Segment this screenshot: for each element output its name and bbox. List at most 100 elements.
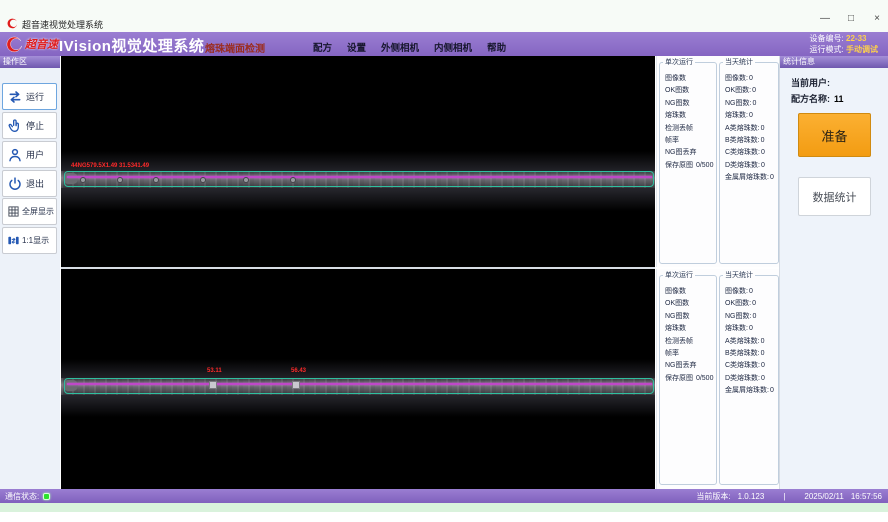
stat-row: A类熔珠数:0 (725, 123, 778, 135)
bead-seam-line (67, 383, 652, 385)
stats-region-top: 单次运行 图像数 OK图数 NG图数 熔珠数 检测丢帧 帧率 NG图丢弃 保存原… (656, 56, 780, 267)
device-number-value: 22-33 (846, 34, 866, 43)
today-stats-group: 当天统计 图像数:0 OK图数:0 NG图数:0 熔珠数:0 A类熔珠数:0 B… (719, 275, 779, 485)
run-mode-label: 运行模式: (810, 45, 844, 54)
stat-row: 检测丢帧 (665, 336, 716, 348)
app-subtitle: 熔珠端面检测 (205, 40, 265, 55)
comm-status-label: 通信状态: (5, 491, 39, 502)
exit-button[interactable]: 退出 (2, 170, 57, 197)
stat-row: NG图数 (665, 98, 716, 110)
stat-row: NG图数 (665, 311, 716, 323)
stat-row: NG图数:0 (725, 311, 778, 323)
stat-row: 图像数:0 (725, 73, 778, 85)
stat-row: A类熔珠数:0 (725, 336, 778, 348)
stat-row: NG图丢弃 (665, 147, 716, 159)
roi-rectangle (64, 378, 654, 394)
stat-row-save: 保存原图 0/500 (665, 160, 716, 172)
user-button-label: 用户 (26, 148, 44, 161)
one-to-one-button-label: 1:1显示 (22, 235, 49, 246)
stat-row: C类熔珠数:0 (725, 147, 778, 159)
today-stats-title: 当天统计 (723, 271, 755, 280)
stats-region-bottom: 单次运行 图像数 OK图数 NG图数 熔珠数 检测丢帧 帧率 NG图丢弃 保存原… (656, 269, 780, 489)
stop-button-label: 停止 (26, 119, 44, 132)
app-header: 超音速 IVision视觉处理系统 熔珠端面检测 配方 设置 外侧相机 内侧相机… (0, 32, 888, 56)
stat-row: OK图数:0 (725, 85, 778, 97)
hand-icon (7, 118, 23, 134)
strip-marker-dot (80, 177, 86, 183)
single-run-group: 单次运行 图像数 OK图数 NG图数 熔珠数 检测丢帧 帧率 NG图丢弃 保存原… (659, 62, 717, 264)
measurement-value-2: 56.43 (291, 368, 306, 374)
stat-row: 熔珠数:0 (725, 110, 778, 122)
stat-row: NG图丢弃 (665, 360, 716, 372)
menu-outer-camera[interactable]: 外侧相机 (381, 40, 419, 54)
fullscreen-button[interactable]: 全屏显示 (2, 198, 57, 225)
measurement-marker (209, 381, 217, 389)
measurement-annotation: 44NG579.5X1.49 31.5341.49 (71, 163, 149, 169)
camera-view-top: 44NG579.5X1.49 31.5341.49 (61, 56, 655, 267)
app-logo-icon (7, 18, 18, 29)
desktop-strip (0, 503, 888, 512)
recipe-name-value: 11 (834, 94, 844, 104)
user-icon (7, 147, 23, 163)
run-mode-value: 手动调试 (846, 45, 878, 54)
app-title: IVision视觉处理系统 (59, 35, 204, 56)
stat-row: 帧率 (665, 348, 716, 360)
strip-marker-dot (117, 177, 123, 183)
strip-marker-dot (200, 177, 206, 183)
current-user-label: 当前用户: (791, 78, 830, 88)
close-button[interactable]: × (868, 11, 886, 27)
prepare-button[interactable]: 准备 (798, 113, 871, 157)
stat-row: OK图数 (665, 85, 716, 97)
brand-swoosh-icon (6, 36, 23, 53)
version-and-time: 当前版本: 1.0.123 | 2025/02/11 16:57:56 (696, 489, 882, 503)
status-time: 16:57:56 (851, 492, 882, 501)
comm-status: 通信状态: (5, 489, 50, 503)
stat-row: NG图数:0 (725, 98, 778, 110)
window-title-bar: 超音速视觉处理系统 — □ × (0, 0, 888, 32)
today-stats-group: 当天统计 图像数:0 OK图数:0 NG图数:0 熔珠数:0 A类熔珠数:0 B… (719, 62, 779, 264)
info-panel-title: 统计信息 (780, 56, 888, 68)
measurement-marker (292, 381, 300, 389)
power-icon (7, 176, 23, 192)
run-button[interactable]: 运行 (2, 83, 57, 110)
brand-name: 超音速 (25, 36, 58, 52)
exit-button-label: 退出 (26, 177, 44, 190)
version-value: 1.0.123 (738, 492, 765, 501)
stop-button[interactable]: 停止 (2, 112, 57, 139)
stat-row: D类熔珠数:0 (725, 160, 778, 172)
menu-settings[interactable]: 设置 (347, 40, 366, 54)
status-separator: | (783, 492, 785, 501)
minimize-button[interactable]: — (816, 11, 834, 27)
stat-row: OK图数 (665, 298, 716, 310)
window-title: 超音速视觉处理系统 (22, 18, 103, 31)
stat-row: B类熔珠数:0 (725, 135, 778, 147)
status-date: 2025/02/11 (804, 492, 843, 501)
camera-view-bottom: 53.11 56.43 (61, 269, 655, 489)
stat-row: 熔珠数 (665, 110, 716, 122)
maximize-button[interactable]: □ (842, 11, 860, 27)
brand-logo: 超音速 (6, 31, 58, 57)
user-button[interactable]: 用户 (2, 141, 57, 168)
stat-row: C类熔珠数:0 (725, 360, 778, 372)
stat-row: 帧率 (665, 135, 716, 147)
grid-icon (7, 205, 20, 218)
sidebar-title: 操作区 (0, 56, 60, 68)
info-panel: 统计信息 当前用户: 配方名称:11 准备 数据统计 (779, 56, 888, 489)
stat-row: D类熔珠数:0 (725, 373, 778, 385)
one-to-one-button[interactable]: 1:1显示 (2, 227, 57, 254)
menu-recipe[interactable]: 配方 (313, 40, 332, 54)
stat-row: 图像数 (665, 73, 716, 85)
menu-inner-camera[interactable]: 内侧相机 (434, 40, 472, 54)
single-run-title: 单次运行 (663, 271, 695, 280)
menu-help[interactable]: 帮助 (487, 40, 506, 54)
data-statistics-button[interactable]: 数据统计 (798, 177, 871, 216)
single-run-title: 单次运行 (663, 58, 695, 67)
device-info: 设备编号: 22-33 运行模式: 手动调试 (810, 33, 878, 55)
stat-row: 图像数 (665, 286, 716, 298)
today-stats-title: 当天统计 (723, 58, 755, 67)
stat-row: 图像数:0 (725, 286, 778, 298)
status-bar: 通信状态: 当前版本: 1.0.123 | 2025/02/11 16:57:5… (0, 489, 888, 503)
stat-row: 金属屑熔珠数:0 (725, 172, 778, 184)
strip-marker-dot (243, 177, 249, 183)
comm-status-indicator (43, 493, 50, 500)
